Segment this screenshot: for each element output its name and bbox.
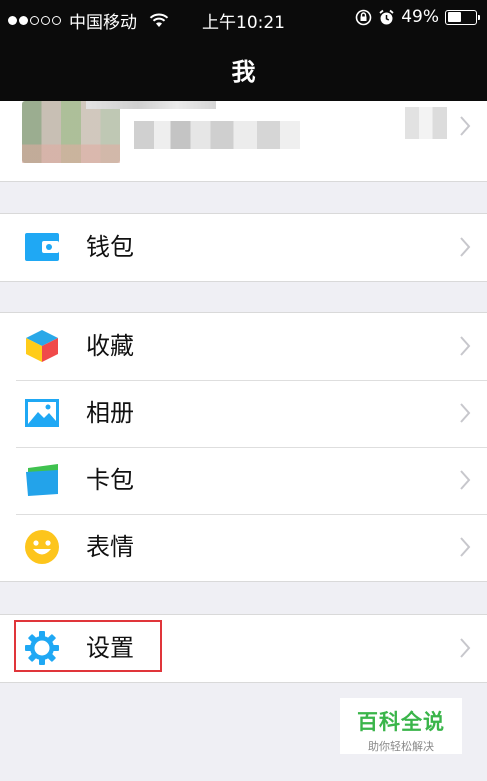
watermark-title: 百科全说	[357, 710, 445, 734]
menu-item-favorites[interactable]: 收藏	[0, 313, 487, 380]
smiley-icon	[25, 530, 59, 564]
menu-item-label: 钱包	[86, 233, 134, 261]
wallet-group: 钱包	[0, 213, 487, 282]
content-group: 收藏 相册 卡包 表情	[0, 312, 487, 582]
pixelated-qr-code	[405, 107, 447, 139]
chevron-right-icon	[460, 237, 471, 257]
chevron-right-icon	[460, 403, 471, 423]
chevron-right-icon	[460, 470, 471, 490]
pixelated-nickname	[134, 121, 300, 149]
pixelated-region	[86, 101, 216, 109]
chevron-right-icon	[460, 537, 471, 557]
menu-item-label: 卡包	[86, 466, 134, 494]
battery-icon	[445, 9, 480, 25]
favorites-cube-icon	[26, 330, 58, 362]
chevron-right-icon	[460, 638, 471, 658]
avatar	[22, 101, 120, 163]
menu-item-wallet[interactable]: 钱包	[0, 214, 487, 281]
profile-card[interactable]	[0, 101, 487, 182]
menu-item-stickers[interactable]: 表情	[0, 514, 487, 581]
rotation-lock-icon	[355, 9, 372, 25]
battery-percentage: 49%	[401, 7, 439, 27]
chevron-right-icon	[460, 116, 471, 136]
menu-item-album[interactable]: 相册	[0, 380, 487, 447]
card-pack-icon	[26, 464, 58, 496]
menu-item-cards[interactable]: 卡包	[0, 447, 487, 514]
menu-item-label: 相册	[86, 399, 134, 427]
settings-highlight-box	[14, 620, 162, 672]
menu-item-label: 收藏	[86, 332, 134, 360]
alarm-icon	[379, 9, 394, 24]
page-title: 我	[231, 57, 256, 86]
watermark-subtitle: 助你轻松解决	[368, 740, 434, 753]
watermark-logo: 百科全说 助你轻松解决	[340, 698, 462, 754]
status-bar: 中国移动 上午10:21 49%	[0, 0, 487, 37]
photo-album-icon	[25, 399, 59, 427]
wallet-icon	[25, 233, 59, 261]
nav-bar: 我	[0, 37, 487, 101]
chevron-right-icon	[460, 336, 471, 356]
menu-item-label: 表情	[86, 533, 134, 561]
